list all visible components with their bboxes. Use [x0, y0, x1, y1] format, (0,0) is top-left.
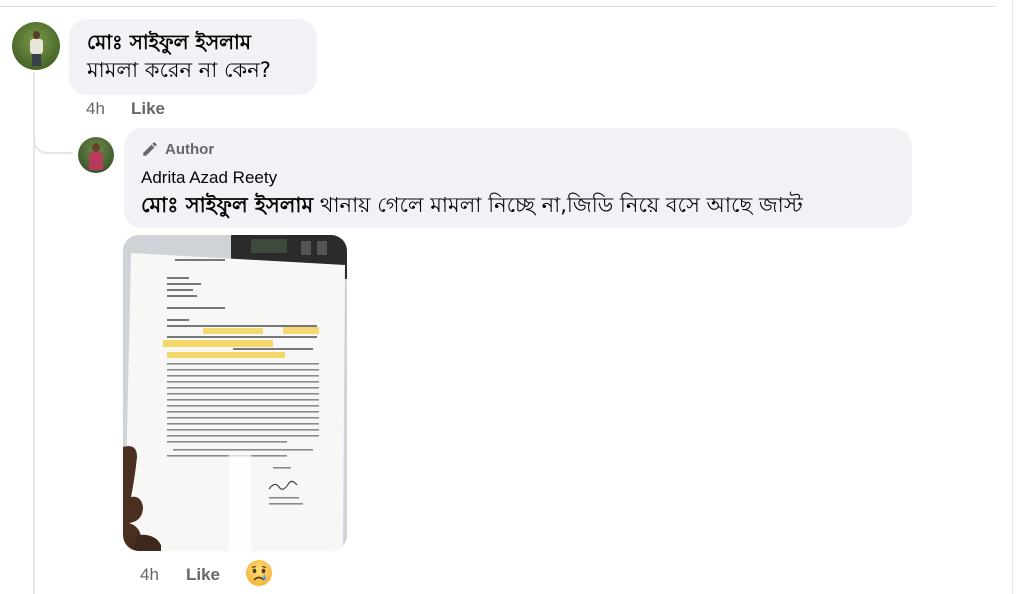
reply-author-avatar[interactable] — [78, 137, 114, 173]
author-badge: Author — [141, 138, 900, 160]
reply-like-button[interactable]: Like — [186, 565, 220, 585]
sad-cry-emoji-icon[interactable] — [244, 558, 274, 588]
comment-thread: মোঃ সাইফুল ইসলাম মামলা করেন না কেন? 4h L… — [0, 0, 1018, 594]
comment-like-button[interactable]: Like — [131, 99, 165, 119]
divider — [0, 6, 996, 7]
scrollbar-track[interactable] — [1012, 0, 1013, 594]
reply-timestamp[interactable]: 4h — [140, 565, 159, 585]
reply-bubble: Author Adrita Azad Reety মোঃ সাইফুল ইসলা… — [124, 128, 912, 228]
thread-connector — [33, 118, 73, 154]
mention-link[interactable]: মোঃ সাইফুল ইসলাম — [141, 193, 313, 217]
reply-text: মোঃ সাইফুল ইসলাম থানায় গেলে মামলা নিচ্ছ… — [141, 190, 900, 220]
comment-timestamp[interactable]: 4h — [86, 99, 105, 119]
thread-line — [33, 72, 35, 594]
comment-bubble: মোঃ সাইফুল ইসলাম মামলা করেন না কেন? — [69, 19, 317, 95]
reply-body-text: থানায় গেলে মামলা নিচ্ছে না,জিডি নিয়ে ব… — [313, 193, 803, 217]
attached-photo[interactable] — [123, 235, 347, 551]
commenter-avatar[interactable] — [12, 22, 60, 70]
document-photo-image — [123, 235, 347, 551]
reply-author-name[interactable]: Adrita Azad Reety — [141, 166, 900, 190]
commenter-name[interactable]: মোঃ সাইফুল ইসলাম — [87, 28, 305, 56]
comment-text: মামলা করেন না কেন? — [87, 58, 271, 82]
author-badge-label: Author — [165, 140, 215, 158]
pencil-icon — [143, 142, 157, 156]
